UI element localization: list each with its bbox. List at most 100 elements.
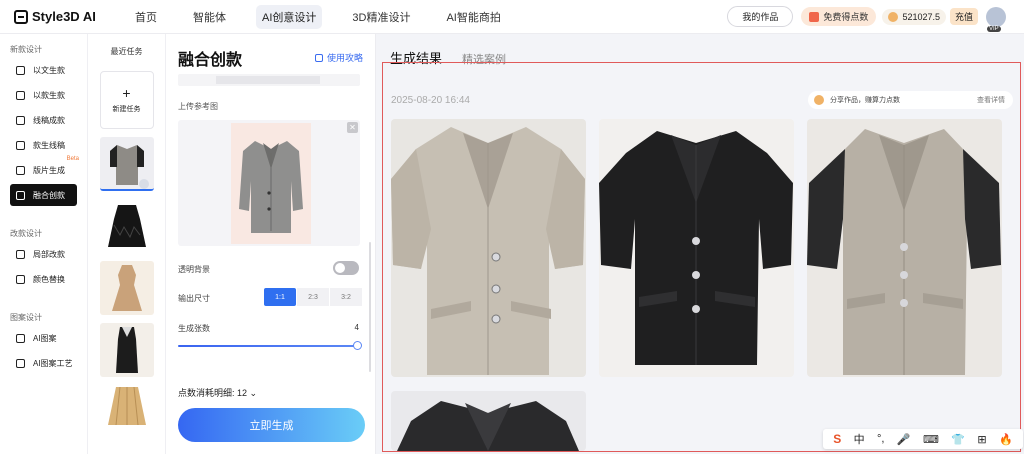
size-option-1-1[interactable]: 1:1 xyxy=(264,288,296,306)
result-image-1[interactable] xyxy=(391,119,586,377)
beta-badge: Beta xyxy=(66,156,79,162)
long-dress-thumb-icon xyxy=(115,327,138,373)
points-balance: 521027.5 xyxy=(882,8,946,25)
share-banner[interactable]: 分享作品，赚算力点数 查看详情 xyxy=(808,91,1013,109)
sidebar-item-pattern-gen[interactable]: 版片生成 Beta xyxy=(10,156,79,181)
brand-logo[interactable]: Style3D AI xyxy=(14,9,114,24)
result-frame: 2025-08-20 16:44 分享作品，赚算力点数 查看详情 S 中 °, … xyxy=(382,62,1023,452)
sidebar-item-label: AI图案 xyxy=(33,333,57,343)
result-area: 生成结果 精选案例 2025-08-20 16:44 分享作品，赚算力点数 查看… xyxy=(376,34,1024,454)
sidebar-section-modify: 改款设计 xyxy=(10,229,42,238)
hot-icon[interactable]: 🔥 xyxy=(999,433,1013,446)
text-style-icon xyxy=(16,65,25,75)
sidebar-item-sketch-to-style[interactable]: 线稿成款 xyxy=(10,109,77,131)
microphone-icon[interactable]: 🎤 xyxy=(897,433,911,446)
size-option-3-2[interactable]: 3:2 xyxy=(330,288,362,306)
coin-icon xyxy=(888,11,899,22)
share-text: 分享作品，赚算力点数 xyxy=(830,97,900,104)
count-label: 生成张数 xyxy=(178,324,210,333)
slider-handle[interactable] xyxy=(353,341,362,350)
sidebar-item-local-edit[interactable]: 局部改款 xyxy=(10,243,77,265)
vip-badge: VIP xyxy=(987,25,1001,32)
points-value: 521027.5 xyxy=(902,11,940,22)
chevron-down-icon: ⌄ xyxy=(249,388,258,398)
output-size-label: 输出尺寸 xyxy=(178,294,210,303)
new-task-button[interactable]: + 新建任务 xyxy=(99,71,154,129)
task-thumbnail[interactable] xyxy=(99,137,154,191)
skin-icon[interactable]: 👕 xyxy=(951,433,965,446)
reference-upload[interactable]: ✕ xyxy=(178,120,360,246)
coin-icon xyxy=(814,95,824,105)
result-image-4[interactable] xyxy=(391,391,586,451)
count-slider[interactable] xyxy=(178,341,362,350)
ime-lang-toggle[interactable]: 中 xyxy=(854,431,865,447)
main-nav: 首页 智能体 AI创意设计 3D精准设计 AI智能商拍 xyxy=(129,4,531,29)
sidebar-item-ai-pattern[interactable]: AI图案 xyxy=(10,327,77,349)
avatar[interactable]: VIP xyxy=(986,6,1006,32)
generate-button[interactable]: 立即生成 xyxy=(178,408,365,442)
transparent-bg-toggle[interactable] xyxy=(333,261,359,275)
result-image-3[interactable] xyxy=(807,119,1002,377)
pattern-grid-icon xyxy=(16,333,25,343)
shirt-icon xyxy=(16,115,25,125)
craft-icon xyxy=(16,358,25,368)
task-thumbnail[interactable] xyxy=(99,323,154,377)
nav-item-ai-creative[interactable]: AI创意设计 xyxy=(256,4,323,29)
sidebar-item-label: 款生线稿 xyxy=(33,140,65,150)
new-task-label: 新建任务 xyxy=(112,106,141,113)
edit-icon xyxy=(16,249,25,259)
panel-scrollbar[interactable] xyxy=(369,242,371,372)
punctuation-icon[interactable]: °, xyxy=(877,433,884,445)
sidebar-section-new: 新款设计 xyxy=(10,45,42,54)
sidebar-item-fusion[interactable]: 融合创款 xyxy=(10,184,77,206)
task-thumbnail[interactable] xyxy=(99,199,154,253)
top-bar: Style3D AI 首页 智能体 AI创意设计 3D精准设计 AI智能商拍 我… xyxy=(0,0,1024,34)
grid-icon[interactable]: ⊞ xyxy=(977,433,986,446)
recent-tasks-panel: 最近任务 + 新建任务 xyxy=(88,34,166,454)
sidebar-item-label: 线稿成款 xyxy=(33,115,65,125)
points-detail[interactable]: 点数消耗明细: 12 ⌄ xyxy=(178,386,257,399)
sidebar-item-style-to-style[interactable]: 以款生款 xyxy=(10,84,77,106)
guide-link[interactable]: 使用攻略 xyxy=(314,51,363,64)
sidebar-item-label: AI图案工艺 xyxy=(33,358,73,368)
brand-name: Style3D AI xyxy=(32,9,96,24)
nav-item-agent[interactable]: 智能体 xyxy=(187,5,232,29)
free-points-button[interactable]: 免费得点数 xyxy=(801,7,877,26)
points-detail-label: 点数消耗明细: 12 xyxy=(178,388,248,398)
left-sidebar: 新款设计 以文生款 以款生款 线稿成款 款生线稿 版片生成 Beta 融合创款 改… xyxy=(0,34,88,454)
reference-image xyxy=(231,123,311,244)
nav-item-ai-shoot[interactable]: AI智能商拍 xyxy=(440,5,506,29)
black-jacket-image xyxy=(599,131,793,365)
sidebar-item-color-replace[interactable]: 颜色替换 xyxy=(10,268,77,290)
recent-tasks-title: 最近任务 xyxy=(110,47,143,56)
size-option-2-3[interactable]: 2:3 xyxy=(297,288,329,306)
free-points-label: 免费得点数 xyxy=(823,12,869,22)
sidebar-item-label: 颜色替换 xyxy=(33,274,65,284)
task-thumbnail[interactable] xyxy=(99,385,154,426)
result-image-2[interactable] xyxy=(599,119,794,377)
my-works-button[interactable]: 我的作品 xyxy=(727,6,794,27)
fusion-icon xyxy=(16,190,25,200)
brand-mark-icon xyxy=(14,9,28,24)
close-icon[interactable]: ✕ xyxy=(347,122,358,133)
image-style-icon xyxy=(16,90,25,100)
sidebar-item-ai-pattern-craft[interactable]: AI图案工艺 xyxy=(10,352,77,374)
nav-item-3d-design[interactable]: 3D精准设计 xyxy=(346,5,416,29)
jacket-thumb-icon xyxy=(109,145,149,189)
sidebar-item-label: 以款生款 xyxy=(33,90,65,100)
plus-icon: + xyxy=(122,85,131,101)
nav-item-home[interactable]: 首页 xyxy=(129,5,163,29)
pleated-skirt-thumb-icon xyxy=(107,386,146,426)
sidebar-item-label: 版片生成 xyxy=(33,165,65,175)
recharge-button[interactable]: 充值 xyxy=(949,8,978,25)
sidebar-item-style-to-sketch[interactable]: 款生线稿 xyxy=(10,134,77,156)
share-details-link[interactable]: 查看详情 xyxy=(977,95,1005,105)
gray-blazer-image xyxy=(239,141,303,233)
pattern-icon xyxy=(16,165,25,175)
task-thumbnail[interactable] xyxy=(99,261,154,315)
keyboard-icon[interactable]: ⌨ xyxy=(923,433,939,446)
sidebar-item-text-to-style[interactable]: 以文生款 xyxy=(10,59,77,81)
output-size-selector: 1:1 2:3 3:2 xyxy=(264,288,363,306)
sogou-logo-icon[interactable]: S xyxy=(833,432,841,446)
settings-panel: 融合创款 使用攻略 上传参考图 ✕ 透明背景 输出尺寸 1:1 2:3 3:2 … xyxy=(166,34,376,454)
